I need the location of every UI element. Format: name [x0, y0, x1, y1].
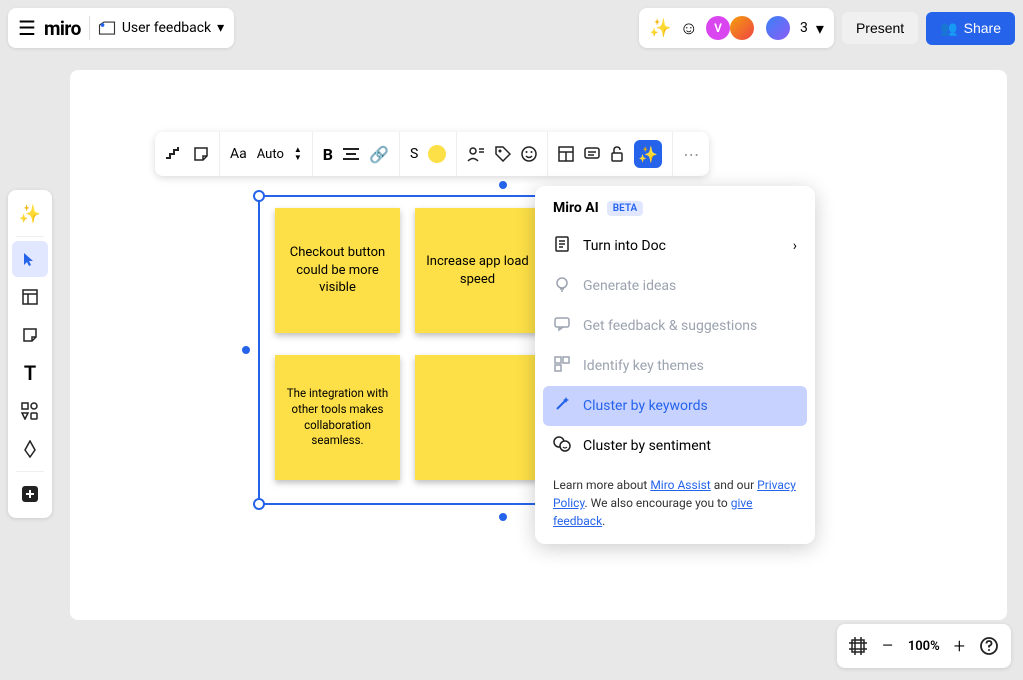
sticky-note[interactable]: Increase app load speed: [415, 208, 540, 333]
board-name-dropdown[interactable]: User feedback ▾: [98, 20, 224, 36]
ai-item-get-feedback[interactable]: Get feedback & suggestions: [535, 306, 815, 346]
zoom-level[interactable]: 100%: [908, 639, 940, 654]
ai-item-generate-ideas[interactable]: Generate ideas: [535, 266, 815, 306]
user-count[interactable]: 3: [800, 20, 808, 36]
ai-sparkle-button[interactable]: ✨: [634, 140, 662, 168]
ai-item-label: Turn into Doc: [583, 238, 666, 254]
auto-size[interactable]: Auto: [257, 147, 284, 162]
select-tool[interactable]: [12, 241, 48, 277]
feedback-icon: [553, 316, 571, 336]
font-label[interactable]: Aa: [230, 146, 247, 162]
share-label: Share: [964, 20, 1001, 36]
avatar-user-2[interactable]: [730, 16, 754, 40]
top-bar: ☰ miro User feedback ▾ ✨ ☺ V 3 ▾ Present…: [8, 8, 1015, 48]
ai-item-label: Get feedback & suggestions: [583, 318, 757, 334]
ai-item-cluster-sentiment[interactable]: Cluster by sentiment: [535, 426, 815, 466]
selection-handle-left[interactable]: [242, 346, 250, 354]
ai-icon[interactable]: ✨: [649, 18, 671, 39]
sticky-text: Increase app load speed: [425, 253, 530, 288]
ai-item-turn-into-doc[interactable]: Turn into Doc ›: [535, 226, 815, 266]
sentiment-icon: [553, 436, 571, 456]
top-left-chip: ☰ miro User feedback ▾: [8, 8, 234, 48]
selection-handle-top[interactable]: [499, 181, 507, 189]
avatar-user-1[interactable]: V: [706, 16, 730, 40]
ai-item-label: Cluster by keywords: [583, 398, 708, 414]
sticky-text: Checkout button could be more visible: [285, 244, 390, 297]
align-button[interactable]: [343, 147, 359, 161]
selection-handle-bottom[interactable]: [499, 513, 507, 521]
comment-icon[interactable]: [584, 146, 600, 162]
separator: [16, 236, 44, 237]
help-icon[interactable]: [979, 636, 999, 656]
chevron-right-icon: ›: [793, 238, 797, 254]
ai-menu-footer: Learn more about Miro Assist and our Pri…: [535, 466, 815, 530]
zoom-out-button[interactable]: −: [881, 634, 894, 659]
bold-button[interactable]: B: [323, 145, 333, 164]
avatar-user-3[interactable]: [766, 16, 790, 40]
divider: [89, 16, 90, 40]
menu-icon[interactable]: ☰: [18, 16, 36, 40]
ai-menu: Miro AI BETA Turn into Doc › Generate id…: [535, 186, 815, 544]
layout-icon[interactable]: [558, 146, 574, 162]
link-button[interactable]: 🔗: [369, 145, 389, 164]
separator: [16, 471, 44, 472]
selection-handle-tl[interactable]: [253, 190, 265, 202]
bulb-icon: [553, 276, 571, 296]
board-icon: [98, 20, 116, 36]
selection-handle-bl[interactable]: [253, 498, 265, 510]
sticky-note[interactable]: [415, 355, 540, 480]
timer-icon[interactable]: ☺: [680, 18, 698, 39]
collaborators-chip: ✨ ☺ V 3 ▾: [639, 8, 834, 48]
text-tool[interactable]: T: [12, 355, 48, 391]
sticky-note[interactable]: The integration with other tools makes c…: [275, 355, 400, 480]
share-button[interactable]: 👥 Share: [926, 12, 1015, 45]
chevron-down-icon: ▾: [217, 20, 224, 36]
present-button[interactable]: Present: [842, 12, 918, 44]
themes-icon: [553, 356, 571, 376]
context-toolbar: Aa Auto ▲▼ B 🔗 S: [155, 132, 709, 176]
zoom-controls: − 100% +: [837, 624, 1011, 668]
stack-icon[interactable]: [165, 146, 183, 162]
chevron-down-icon[interactable]: ▾: [816, 19, 824, 38]
pen-tool[interactable]: [12, 431, 48, 467]
doc-icon: [553, 236, 571, 256]
board-name-text: User feedback: [122, 20, 211, 36]
emoji-icon[interactable]: [521, 146, 537, 162]
template-tool[interactable]: [12, 279, 48, 315]
people-icon: 👥: [940, 20, 957, 37]
size-stepper[interactable]: ▲▼: [294, 146, 302, 162]
ai-tool[interactable]: ✨: [12, 196, 48, 232]
ai-item-cluster-keywords[interactable]: Cluster by keywords: [543, 386, 807, 426]
add-tool[interactable]: [12, 476, 48, 512]
ai-item-label: Cluster by sentiment: [583, 438, 711, 454]
left-toolbar: ✨ T: [8, 190, 52, 518]
ai-item-label: Identify key themes: [583, 358, 704, 374]
lock-icon[interactable]: [610, 146, 624, 162]
sticky-tool[interactable]: [12, 317, 48, 353]
wand-icon: [553, 396, 571, 416]
more-options-icon[interactable]: ⋯: [683, 145, 699, 164]
sticky-shape-icon[interactable]: [193, 146, 209, 162]
author-icon[interactable]: [467, 146, 485, 162]
shapes-tool[interactable]: [12, 393, 48, 429]
ai-menu-header: Miro AI BETA: [535, 200, 815, 226]
tag-icon[interactable]: [495, 146, 511, 162]
color-picker[interactable]: [428, 145, 446, 163]
miro-assist-link[interactable]: Miro Assist: [650, 478, 710, 492]
fit-icon[interactable]: [849, 637, 867, 655]
ai-menu-title: Miro AI: [553, 200, 599, 216]
miro-logo[interactable]: miro: [44, 17, 81, 40]
sticky-note[interactable]: Checkout button could be more visible: [275, 208, 400, 333]
ai-item-identify-themes[interactable]: Identify key themes: [535, 346, 815, 386]
zoom-in-button[interactable]: +: [954, 634, 965, 658]
sticky-text: The integration with other tools makes c…: [285, 386, 390, 448]
text-size[interactable]: S: [410, 146, 418, 162]
beta-badge: BETA: [607, 201, 643, 216]
top-right: ✨ ☺ V 3 ▾ Present 👥 Share: [639, 8, 1015, 48]
ai-item-label: Generate ideas: [583, 278, 676, 294]
